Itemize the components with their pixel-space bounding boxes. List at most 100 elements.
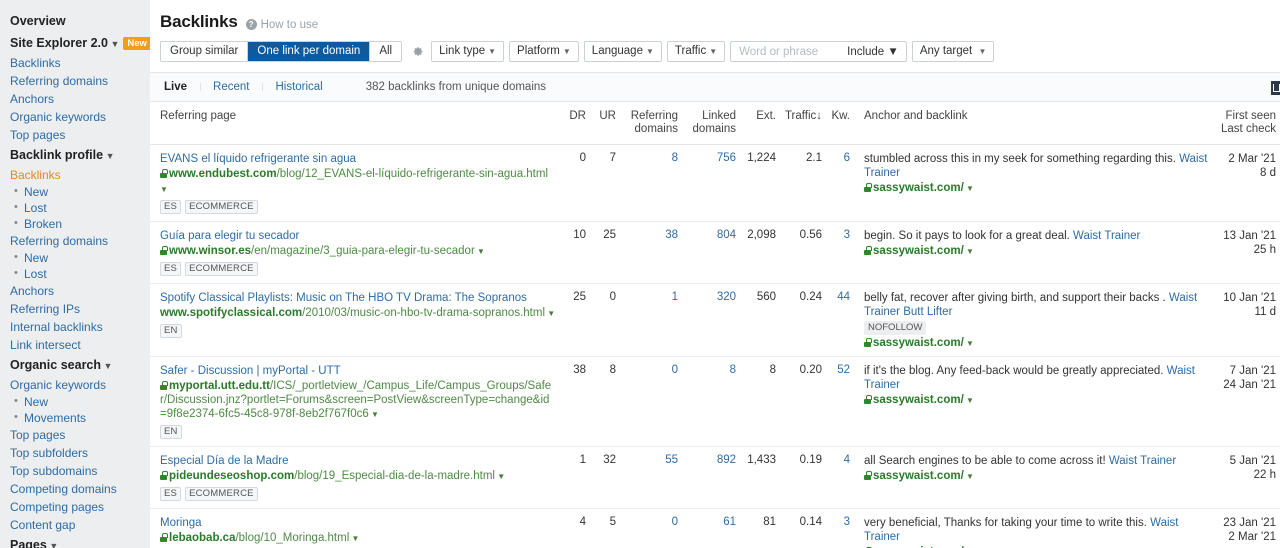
kw-link[interactable]: 3 [844,229,850,241]
linked-domains-link[interactable]: 320 [717,291,736,303]
tab-recent[interactable]: Recent [200,81,262,93]
referring-page-title[interactable]: Moringa [160,516,556,530]
sidebar-item-broken[interactable]: Broken [0,216,150,232]
sidebar-item-new[interactable]: New [0,394,150,410]
how-to-use-link[interactable]: ? How to use [246,19,319,31]
target-url[interactable]: sassywaist.com/ ▼ [864,394,1210,406]
kw-link[interactable]: 6 [844,152,850,164]
sidebar-item-referring-domains[interactable]: Referring domains [0,72,150,90]
anchor-link[interactable]: Waist Trainer [864,365,1195,391]
col-dr[interactable]: DR [560,102,590,145]
sidebar-item-top-pages[interactable]: Top pages [0,126,150,144]
dropdown-traffic[interactable]: Traffic▼ [667,41,725,62]
referring-page-url[interactable]: myportal.utt.edu.tt/ICS/_portletview_/Ca… [160,379,556,422]
sidebar-item-backlinks[interactable]: Backlinks [0,166,150,184]
chevron-down-icon[interactable]: ▼ [369,410,379,419]
sidebar-item-link-intersect[interactable]: Link intersect [0,336,150,354]
export-button[interactable] [1271,81,1280,95]
sidebar-item-overview[interactable]: Overview [0,10,150,32]
target-url[interactable]: sassywaist.com/ ▼ [864,337,1210,349]
kw-link[interactable]: 52 [837,364,850,376]
referring-page-title[interactable]: EVANS el líquido refrigerante sin agua [160,152,556,166]
referring-page-title[interactable]: Spotify Classical Playlists: Music on Th… [160,291,556,305]
target-url[interactable]: sassywaist.com/ ▼ [864,182,1210,194]
sidebar-item-content-gap[interactable]: Content gap [0,516,150,534]
sidebar-item-anchors[interactable]: Anchors [0,90,150,108]
chevron-down-icon[interactable]: ▼ [160,185,168,194]
search-input[interactable]: Word or phrase [731,46,839,58]
gear-icon[interactable] [411,45,424,58]
col-referring-domains[interactable]: Referring domains [620,102,682,145]
sidebar-item-top-subdomains[interactable]: Top subdomains [0,462,150,480]
anchor-link[interactable]: Waist Trainer [864,517,1178,543]
segment-group-similar[interactable]: Group similar [161,42,248,61]
anchor-link[interactable]: Waist Trainer [1109,455,1176,467]
search-filter[interactable]: Word or phrase Include ▼ [730,41,907,62]
chevron-down-icon[interactable]: ▼ [545,309,555,318]
segment-one-link-per-domain[interactable]: One link per domain [248,42,370,61]
referring-domains-link[interactable]: 8 [672,152,678,164]
sidebar-item-organic-keywords[interactable]: Organic keywords [0,376,150,394]
referring-page-url[interactable]: pideundeseoshop.com/blog/19_Especial-dia… [160,469,556,484]
col-first-seen[interactable]: First seen Last check [1214,102,1280,145]
referring-page-title[interactable]: Guía para elegir tu secador [160,229,556,243]
sidebar-item-lost[interactable]: Lost [0,266,150,282]
sidebar-item-new[interactable]: New [0,184,150,200]
sidebar-item-lost[interactable]: Lost [0,200,150,216]
segment-all[interactable]: All [370,42,401,61]
referring-page-title[interactable]: Especial Día de la Madre [160,454,556,468]
chevron-down-icon[interactable]: ▼ [964,184,974,193]
target-url[interactable]: sassywaist.com/ ▼ [864,245,1210,257]
sidebar-item-referring-ips[interactable]: Referring IPs [0,300,150,318]
sidebar-group-header[interactable]: Site Explorer 2.0 ▼New [0,32,150,54]
referring-page-url[interactable]: lebaobab.ca/blog/10_Moringa.html ▼ [160,531,556,546]
dropdown-link-type[interactable]: Link type▼ [431,41,504,62]
col-kw[interactable]: Kw. [826,102,854,145]
tab-live[interactable]: Live [160,81,200,93]
referring-page-url[interactable]: www.winsor.es/en/magazine/3_guia-para-el… [160,244,556,259]
sidebar-item-anchors[interactable]: Anchors [0,282,150,300]
kw-link[interactable]: 3 [844,516,850,528]
chevron-down-icon[interactable]: ▼ [964,247,974,256]
sidebar-item-new[interactable]: New [0,250,150,266]
sidebar-item-competing-pages[interactable]: Competing pages [0,498,150,516]
col-ur[interactable]: UR [590,102,620,145]
any-target-dropdown[interactable]: Any target ▼ [912,41,995,62]
col-anchor[interactable]: Anchor and backlink [854,102,1214,145]
col-ext[interactable]: Ext. [740,102,780,145]
sidebar-item-top-pages[interactable]: Top pages [0,426,150,444]
chevron-down-icon[interactable]: ▼ [964,339,974,348]
sidebar-item-top-subfolders[interactable]: Top subfolders [0,444,150,462]
sidebar-item-internal-backlinks[interactable]: Internal backlinks [0,318,150,336]
sidebar-item-organic-keywords[interactable]: Organic keywords [0,108,150,126]
chevron-down-icon[interactable]: ▼ [964,396,974,405]
linked-domains-link[interactable]: 8 [730,364,736,376]
col-traffic[interactable]: Traffic↓ [780,102,826,145]
kw-link[interactable]: 44 [837,291,850,303]
dropdown-language[interactable]: Language▼ [584,41,662,62]
anchor-link[interactable]: Waist Trainer [864,153,1207,179]
linked-domains-link[interactable]: 756 [717,152,736,164]
anchor-link[interactable]: Waist Trainer Butt Lifter [864,292,1197,318]
linked-domains-link[interactable]: 892 [717,454,736,466]
chevron-down-icon[interactable]: ▼ [964,472,974,481]
referring-page-url[interactable]: www.spotifyclassical.com/2010/03/music-o… [160,306,556,321]
col-linked-domains[interactable]: Linked domains [682,102,740,145]
include-dropdown[interactable]: Include ▼ [839,46,906,58]
referring-domains-link[interactable]: 55 [665,454,678,466]
chevron-down-icon[interactable]: ▼ [475,247,485,256]
anchor-link[interactable]: Waist Trainer [1073,230,1140,242]
sidebar-group-header[interactable]: Pages ▼ [0,534,150,548]
referring-domains-link[interactable]: 0 [672,364,678,376]
sidebar-item-referring-domains[interactable]: Referring domains [0,232,150,250]
sidebar-group-header[interactable]: Backlink profile ▼ [0,144,150,166]
grouping-segmented-control[interactable]: Group similarOne link per domainAll [160,41,402,62]
sidebar-group-header[interactable]: Organic search ▼ [0,354,150,376]
tab-historical[interactable]: Historical [262,81,335,93]
chevron-down-icon[interactable]: ▼ [349,534,359,543]
linked-domains-link[interactable]: 61 [723,516,736,528]
referring-domains-link[interactable]: 38 [665,229,678,241]
sidebar-item-backlinks[interactable]: Backlinks [0,54,150,72]
linked-domains-link[interactable]: 804 [717,229,736,241]
kw-link[interactable]: 4 [844,454,850,466]
